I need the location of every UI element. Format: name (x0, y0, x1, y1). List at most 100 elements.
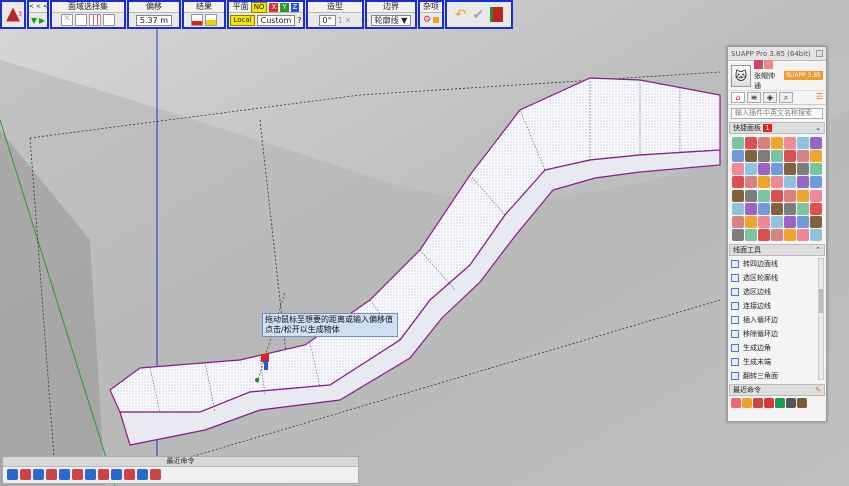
list-item[interactable]: 翻转三角面 (731, 369, 826, 383)
plane-local-toggle[interactable]: Local (230, 14, 255, 26)
plugin-tool-icon[interactable] (797, 189, 809, 202)
list-scrollbar[interactable] (818, 258, 824, 380)
recent-command-icon[interactable] (742, 398, 752, 408)
list-item[interactable]: 连接边线 (731, 299, 826, 313)
plugin-tool-icon[interactable] (797, 137, 809, 149)
stack-select-icon[interactable] (103, 14, 115, 26)
recent-command-icon[interactable] (85, 469, 96, 480)
recent-command-icon[interactable] (7, 469, 18, 480)
plugin-tool-icon[interactable] (732, 163, 744, 176)
recent-command-icon[interactable] (46, 469, 57, 480)
plugin-tool-icon[interactable] (810, 176, 822, 189)
plugin-tool-icon[interactable] (810, 163, 822, 176)
plugin-tool-icon[interactable] (732, 176, 744, 189)
plugin-tool-icon[interactable] (758, 189, 770, 202)
recent-header[interactable]: 最近命令 ✎ (729, 384, 825, 396)
result-surface-icon[interactable] (191, 14, 203, 26)
list-item[interactable]: 选区边线 (731, 285, 826, 299)
plane-help-button[interactable]: ? (297, 16, 301, 25)
recent-command-icon[interactable] (731, 398, 741, 408)
stop-square-icon[interactable] (433, 17, 440, 23)
plugin-tool-icon[interactable] (771, 215, 783, 228)
recent-command-icon[interactable] (797, 398, 807, 408)
recent-command-icon[interactable] (59, 469, 70, 480)
plugin-tool-icon[interactable] (732, 215, 744, 228)
list-item[interactable]: 生成边角 (731, 341, 826, 355)
plugin-tool-icon[interactable] (758, 202, 770, 215)
plugin-tool-icon[interactable] (771, 137, 783, 149)
shape-clear-icon[interactable]: ✕ (345, 16, 352, 25)
plugin-tool-icon[interactable] (745, 215, 757, 228)
recent-command-icon[interactable] (764, 398, 774, 408)
list-item[interactable]: 移除循环边 (731, 327, 826, 341)
plugin-tool-icon[interactable] (732, 137, 744, 149)
select-pattern-icon[interactable] (75, 14, 87, 26)
plugin-tool-icon[interactable] (771, 150, 783, 163)
line-tools-header[interactable]: 线面工具 ⌃ (729, 244, 825, 256)
plugin-tool-icon[interactable] (745, 163, 757, 176)
quick-panel-header[interactable]: 快捷面板 1 ⌄ (729, 122, 825, 134)
plugin-tool-icon[interactable] (771, 163, 783, 176)
recent-command-icon[interactable] (72, 469, 83, 480)
plane-custom-field[interactable]: Custom (256, 14, 296, 26)
plugin-tool-icon[interactable] (810, 228, 822, 241)
tab-paint-icon[interactable]: ◈ (763, 92, 777, 103)
recent-command-icon[interactable] (111, 469, 122, 480)
plugin-tool-icon[interactable] (758, 215, 770, 228)
plugin-tool-icon[interactable] (784, 189, 796, 202)
plugin-tool-icon[interactable] (784, 202, 796, 215)
tab-home-icon[interactable]: ⌂ (731, 92, 745, 103)
avatar[interactable]: 🐱 (731, 64, 751, 87)
recent-command-icon[interactable] (775, 398, 785, 408)
version-badge[interactable]: SUAPP 3.85 (784, 71, 823, 80)
plane-z-toggle[interactable]: Z (290, 2, 300, 12)
shape-num-field[interactable]: 1 (338, 16, 343, 25)
clear-selection-icon[interactable]: ✕ (61, 14, 73, 26)
plugin-tool-icon[interactable] (797, 176, 809, 189)
panel-titlebar[interactable]: SUAPP Pro 3.85 (64bit) (728, 47, 826, 61)
plugin-tool-icon[interactable] (771, 176, 783, 189)
grid-select-icon[interactable] (89, 14, 101, 26)
plugin-tool-icon[interactable] (732, 202, 744, 215)
plugin-tool-icon[interactable] (797, 150, 809, 163)
panel-search-input[interactable]: 输入插件中英文名称搜索 (731, 108, 823, 119)
plugin-tool-icon[interactable] (810, 150, 822, 163)
plugin-tool-icon[interactable] (784, 150, 796, 163)
plugin-tool-icon[interactable] (745, 228, 757, 241)
plugin-tool-icon[interactable] (784, 163, 796, 176)
plugin-tool-icon[interactable] (758, 228, 770, 241)
chevron-down-icon[interactable]: ⌄ (815, 124, 821, 132)
plugin-tool-icon[interactable] (745, 137, 757, 149)
recent-command-icon[interactable] (753, 398, 763, 408)
plugin-tool-icon[interactable] (758, 150, 770, 163)
settings-gear-icon[interactable]: ⚙ (423, 15, 431, 25)
boundary-select[interactable]: 轮廓线 ▼ (370, 14, 412, 26)
arrow-right-icon[interactable]: ▶ (39, 16, 45, 25)
plane-x-toggle[interactable]: X (269, 2, 279, 12)
list-item[interactable]: 选区轮廓线 (731, 271, 826, 285)
recent-command-icon[interactable] (150, 469, 161, 480)
plugin-tool-icon[interactable] (758, 137, 770, 149)
user-badge-red-icon[interactable] (754, 60, 763, 69)
plane-y-toggle[interactable]: Y (280, 2, 289, 12)
exit-door-icon[interactable] (490, 7, 504, 22)
plugin-tool-icon[interactable] (797, 215, 809, 228)
result-solid-icon[interactable] (205, 14, 217, 26)
plugin-tool-icon[interactable] (758, 176, 770, 189)
chevron-up-icon[interactable]: ⌃ (815, 246, 821, 254)
recent-command-icon[interactable] (20, 469, 31, 480)
recent-edit-icon[interactable]: ✎ (815, 386, 821, 394)
plugin-tool-icon[interactable] (784, 137, 796, 149)
plugin-tool-icon[interactable] (732, 189, 744, 202)
plugin-tool-icon[interactable] (745, 202, 757, 215)
nav-label[interactable]: < < < (29, 2, 48, 13)
arrow-down-icon[interactable]: ▼ (31, 16, 37, 25)
list-item[interactable]: 生成末端 (731, 355, 826, 369)
plugin-tool-icon[interactable] (732, 228, 744, 241)
plugin-tool-icon[interactable] (732, 150, 744, 163)
plane-no-toggle[interactable]: NO (250, 1, 268, 13)
recent-command-icon[interactable] (124, 469, 135, 480)
viewport-3d[interactable] (0, 0, 849, 486)
plugin-tool-icon[interactable] (784, 228, 796, 241)
plugin-tool-icon[interactable] (758, 163, 770, 176)
